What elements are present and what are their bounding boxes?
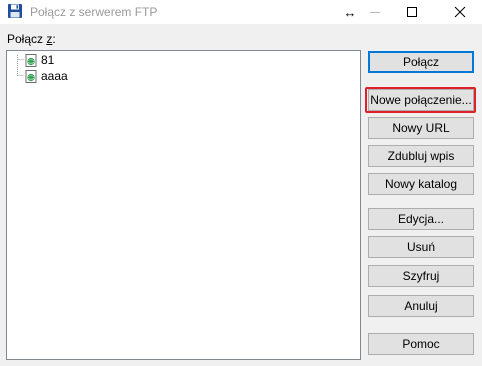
tree-item-label: 81 [41,53,55,67]
connect-button[interactable]: Połącz [368,51,474,73]
server-globe-icon [25,69,37,83]
maximize-button[interactable] [397,0,427,24]
floppy-disk-icon [8,4,22,18]
duplicate-entry-button[interactable]: Zdubluj wpis [368,145,474,167]
title-bar[interactable]: Połącz z serwerem FTP ↔ [0,0,482,24]
tree-item-aaaa[interactable]: aaaa [25,69,68,83]
new-url-button[interactable]: Nowy URL [368,117,474,139]
connect-to-label: Połącz z: [7,32,56,46]
new-connection-button[interactable]: Nowe połączenie... [368,89,474,111]
encrypt-button[interactable]: Szyfruj [368,265,474,287]
window-title: Połącz z serwerem FTP [30,5,158,19]
cancel-button[interactable]: Anuluj [368,295,474,317]
maximize-icon [407,7,417,17]
connections-tree[interactable]: 81 aaaa [6,50,361,360]
close-icon [454,6,466,18]
server-globe-icon [25,53,37,67]
minimize-button[interactable] [360,0,390,24]
delete-button[interactable]: Usuń [368,236,474,258]
tree-item-label: aaaa [41,69,68,83]
close-button[interactable] [445,0,475,24]
new-folder-button[interactable]: Nowy katalog [368,173,474,195]
edit-button[interactable]: Edycja... [368,208,474,230]
tree-item-81[interactable]: 81 [25,53,54,67]
minimize-icon [370,12,380,13]
help-button[interactable]: Pomoc [368,333,474,355]
